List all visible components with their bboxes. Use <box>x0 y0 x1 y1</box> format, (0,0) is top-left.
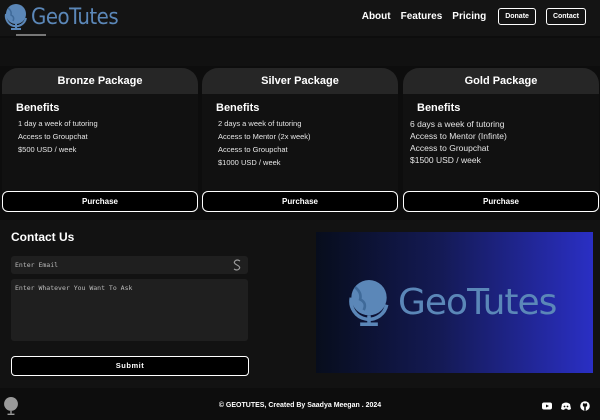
benefits-heading: Benefits <box>417 102 461 114</box>
password-manager-icon[interactable] <box>232 259 242 271</box>
benefit-line: 1 day a week of tutoring <box>18 119 98 128</box>
pricing-section: Bronze Package Benefits 1 day a week of … <box>0 68 600 214</box>
email-placeholder: Enter Email <box>15 261 59 269</box>
logo-text: GeoTutes <box>31 4 119 30</box>
submit-button[interactable]: Submit <box>11 356 249 376</box>
email-field[interactable]: Enter Email <box>11 256 248 274</box>
benefit-line: Access to Mentor (2x week) <box>218 132 311 141</box>
contact-button[interactable]: Contact <box>545 8 586 25</box>
nav-about[interactable]: About <box>362 11 391 22</box>
benefit-line: Access to Groupchat <box>18 132 88 141</box>
benefit-line: Access to Groupchat <box>410 143 489 153</box>
discord-icon[interactable] <box>561 401 571 411</box>
benefits-heading: Benefits <box>216 102 260 114</box>
contact-banner: GeoTutes <box>316 232 593 373</box>
contact-title: Contact Us <box>11 230 75 244</box>
price-line: $500 USD / week <box>18 145 77 154</box>
divider <box>16 34 46 36</box>
github-icon[interactable] <box>580 401 590 411</box>
bronze-package-card: Bronze Package Benefits 1 day a week of … <box>2 68 198 212</box>
banner-logo-text: GeoTutes <box>398 282 557 323</box>
benefit-line: 6 days a week of tutoring <box>410 119 505 129</box>
price-line: $1000 USD / week <box>218 158 281 167</box>
benefit-line: Access to Mentor (Infinte) <box>410 131 507 141</box>
top-nav: About Features Pricing Donate Contact <box>362 8 586 25</box>
benefits-heading: Benefits <box>16 102 60 114</box>
site-header: GeoTutes About Features Pricing Donate C… <box>0 0 600 36</box>
contact-section: Contact Us Enter Email Enter Whatever Yo… <box>0 220 600 388</box>
purchase-button[interactable]: Purchase <box>2 191 198 212</box>
benefit-line: Access to Groupchat <box>218 145 288 154</box>
gold-package-card: Gold Package Benefits 6 days a week of t… <box>403 68 599 212</box>
package-title: Gold Package <box>403 68 599 94</box>
section-band <box>0 38 600 66</box>
price-line: $1500 USD / week <box>410 155 481 165</box>
footer-credits: © GEOTUTES, Created By Saadya Meegan . 2… <box>218 402 382 409</box>
silver-package-card: Silver Package Benefits 2 days a week of… <box>202 68 398 212</box>
donate-button[interactable]: Donate <box>498 8 536 25</box>
message-textarea[interactable]: Enter Whatever You Want To Ask <box>11 279 248 341</box>
globe-icon <box>349 280 389 326</box>
nav-pricing[interactable]: Pricing <box>452 11 486 22</box>
package-title: Bronze Package <box>2 68 198 94</box>
purchase-button[interactable]: Purchase <box>403 191 599 212</box>
social-links <box>533 401 590 411</box>
site-footer: © GEOTUTES, Created By Saadya Meegan . 2… <box>0 390 600 420</box>
message-placeholder: Enter Whatever You Want To Ask <box>15 284 133 292</box>
benefit-line: 2 days a week of tutoring <box>218 119 302 128</box>
site-logo[interactable]: GeoTutes <box>3 2 119 32</box>
globe-icon <box>4 4 27 30</box>
package-title: Silver Package <box>202 68 398 94</box>
nav-features[interactable]: Features <box>401 11 443 22</box>
purchase-button[interactable]: Purchase <box>202 191 398 212</box>
youtube-icon[interactable] <box>542 401 552 411</box>
